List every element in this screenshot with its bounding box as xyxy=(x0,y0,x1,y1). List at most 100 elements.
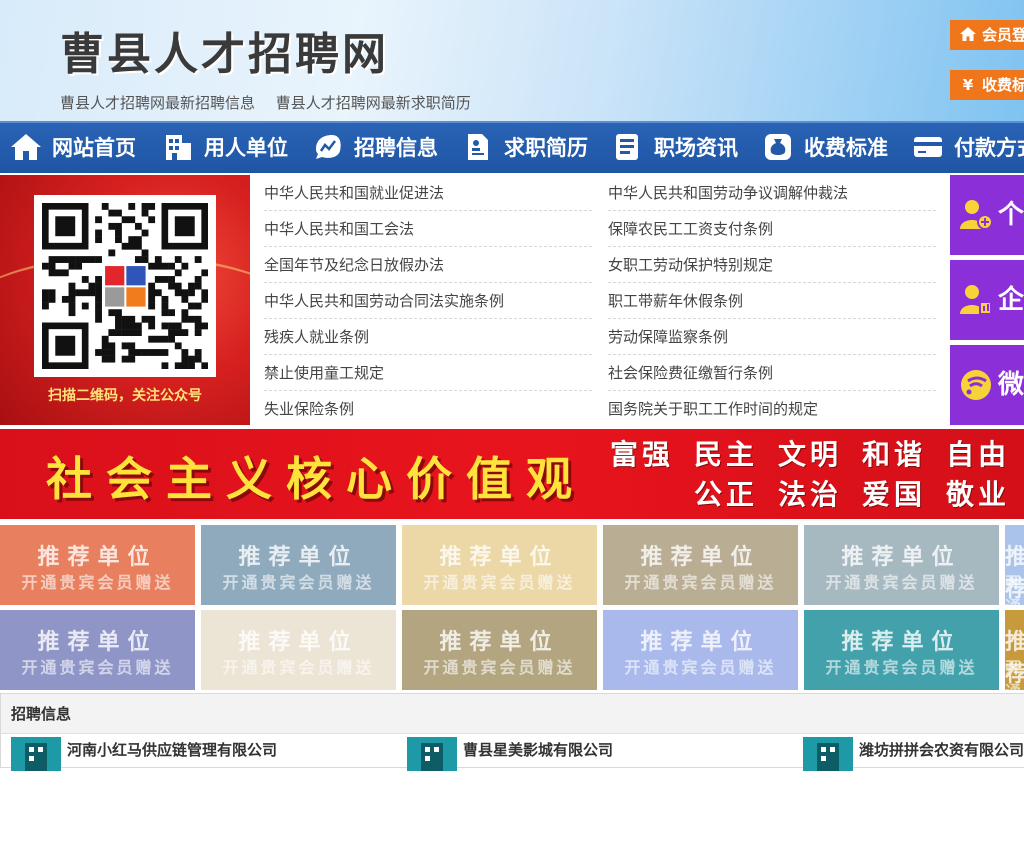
building-icon xyxy=(162,131,194,163)
core-values-banner: 社会主义核心价值观 富强 民主 文明 和谐 自由 公正 法治 爱国 敬业 xyxy=(0,429,1024,519)
home-icon xyxy=(958,20,978,50)
money-bag-icon xyxy=(762,131,794,163)
law-row: 中华人民共和国就业促进法 中华人民共和国劳动争议调解仲裁法 xyxy=(264,175,936,211)
site-title[interactable]: 曹县人才招聘网 xyxy=(60,18,389,82)
recommended-company-tile[interactable]: 推荐单位开通贵宾会员赠送 xyxy=(0,610,195,690)
nav-employers[interactable]: 用人单位 xyxy=(162,123,288,173)
core-values-row-1: 富强 民主 文明 和谐 自由 xyxy=(610,435,1020,475)
tile-subtitle: 开通贵宾会员赠送 xyxy=(423,573,576,592)
tile-title: 推荐单位 xyxy=(37,545,158,570)
person-add-icon xyxy=(958,197,994,233)
law-link[interactable]: 中华人民共和国劳动合同法实施条例 xyxy=(264,283,592,319)
law-link[interactable]: 全国年节及纪念日放假办法 xyxy=(264,247,592,283)
tile-title: 推荐单位 xyxy=(841,545,962,570)
company-logo xyxy=(11,737,61,771)
law-link[interactable]: 劳动保障监察条例 xyxy=(608,319,936,355)
recommended-company-tile[interactable]: 推荐单位开通贵宾会员赠送 xyxy=(0,525,195,605)
value-word: 法治 xyxy=(778,478,843,511)
law-link[interactable]: 国务院关于职工工作时间的规定 xyxy=(608,391,936,427)
header-sub-links: 曹县人才招聘网最新招聘信息 曹县人才招聘网最新求职简历 xyxy=(60,92,487,113)
chart-icon xyxy=(312,131,344,163)
fee-standard-button[interactable]: ¥ 收费标 xyxy=(950,70,1024,100)
tile-title: 推荐单位 xyxy=(238,545,359,570)
news-icon xyxy=(612,131,644,163)
nav-payment-label: 付款方式 xyxy=(954,136,1024,160)
personal-member-button[interactable]: 个 xyxy=(950,175,1024,255)
company-name[interactable]: 潍坊拼拼会农资有限公司 xyxy=(859,739,1024,760)
nav-payment[interactable]: 付款方式 xyxy=(912,123,1024,173)
company-user-icon xyxy=(958,282,994,318)
nav-jobs[interactable]: 招聘信息 xyxy=(312,123,438,173)
company-logo xyxy=(803,737,853,771)
value-word: 爱国 xyxy=(862,478,927,511)
law-link[interactable]: 残疾人就业条例 xyxy=(264,319,592,355)
law-row: 禁止使用童工规定 社会保险费征缴暂行条例 xyxy=(264,355,936,391)
tile-title: 推荐单位 xyxy=(640,545,761,570)
law-link[interactable]: 女职工劳动保护特别规定 xyxy=(608,247,936,283)
law-row: 全国年节及纪念日放假办法 女职工劳动保护特别规定 xyxy=(264,247,936,283)
banner-title: 社会主义核心价值观 xyxy=(46,452,586,506)
nav-home[interactable]: 网站首页 xyxy=(10,123,136,173)
company-name[interactable]: 河南小红马供应链管理有限公司 xyxy=(67,739,277,760)
qr-code xyxy=(34,195,216,377)
recommended-company-tile[interactable]: 推荐单位开通贵宾会员赠送 xyxy=(1005,525,1024,760)
recommended-company-tile[interactable]: 推荐单位开通贵宾会员赠送 xyxy=(804,525,999,605)
tile-subtitle: 开通贵宾会员赠送 xyxy=(222,658,375,677)
home-icon xyxy=(10,131,42,163)
core-values-list: 富强 民主 文明 和谐 自由 公正 法治 爱国 敬业 xyxy=(610,435,1020,515)
tile-subtitle: 开通贵宾会员赠送 xyxy=(423,658,576,677)
qr-panel: 扫描二维码，关注公众号 xyxy=(0,175,250,425)
latest-jobs-link[interactable]: 曹县人才招聘网最新招聘信息 xyxy=(60,94,255,112)
recommended-company-tile[interactable]: 推荐单位开通贵宾会员赠送 xyxy=(1005,610,1024,845)
value-word: 和谐 xyxy=(862,438,927,471)
recruitment-title: 招聘信息 xyxy=(11,705,72,723)
recommended-company-tile[interactable]: 推荐单位开通贵宾会员赠送 xyxy=(201,525,396,605)
nav-news-label: 职场资讯 xyxy=(654,136,738,160)
law-link[interactable]: 中华人民共和国劳动争议调解仲裁法 xyxy=(608,175,936,211)
law-link[interactable]: 社会保险费征缴暂行条例 xyxy=(608,355,936,391)
site-header: 曹县人才招聘网 曹县人才招聘网最新招聘信息 曹县人才招聘网最新求职简历 会员登 … xyxy=(0,0,1024,121)
law-link[interactable]: 中华人民共和国就业促进法 xyxy=(264,175,592,211)
company-member-label: 企 xyxy=(998,285,1024,315)
member-login-label: 会员登 xyxy=(982,26,1024,44)
qr-caption: 扫描二维码，关注公众号 xyxy=(48,388,202,404)
tile-title: 推荐单位 xyxy=(37,630,158,655)
law-link[interactable]: 禁止使用童工规定 xyxy=(264,355,592,391)
law-link[interactable]: 职工带薪年休假条例 xyxy=(608,283,936,319)
latest-resumes-link[interactable]: 曹县人才招聘网最新求职简历 xyxy=(276,94,471,112)
tile-subtitle: 开通贵宾会员赠送 xyxy=(825,658,978,677)
fee-standard-label: 收费标 xyxy=(982,76,1024,94)
tile-title: 推荐单位 xyxy=(238,630,359,655)
recommended-company-tile[interactable]: 推荐单位开通贵宾会员赠送 xyxy=(603,610,798,690)
nav-resumes[interactable]: 求职简历 xyxy=(462,123,588,173)
recommended-company-tile[interactable]: 推荐单位开通贵宾会员赠送 xyxy=(804,610,999,690)
nav-fees[interactable]: 收费标准 xyxy=(762,123,888,173)
law-link[interactable]: 保障农民工工资支付条例 xyxy=(608,211,936,247)
nav-resumes-label: 求职简历 xyxy=(504,136,588,160)
recommended-company-tile[interactable]: 推荐单位开通贵宾会员赠送 xyxy=(603,525,798,605)
wechat-button[interactable]: 微 xyxy=(950,345,1024,425)
recommended-company-tile[interactable]: 推荐单位开通贵宾会员赠送 xyxy=(402,610,597,690)
nav-news[interactable]: 职场资讯 xyxy=(612,123,738,173)
recommended-company-tile[interactable]: 推荐单位开通贵宾会员赠送 xyxy=(201,610,396,690)
company-member-button[interactable]: 企 xyxy=(950,260,1024,340)
resume-icon xyxy=(462,131,494,163)
law-link[interactable]: 中华人民共和国工会法 xyxy=(264,211,592,247)
tile-subtitle: 开通贵宾会员赠送 xyxy=(21,573,174,592)
wechat-label: 微 xyxy=(998,370,1024,400)
tile-subtitle: 开通贵宾会员赠送 xyxy=(222,573,375,592)
tile-title: 推荐单位 xyxy=(439,545,560,570)
value-word: 富强 xyxy=(610,438,675,471)
company-name[interactable]: 曹县星美影城有限公司 xyxy=(463,739,613,760)
tile-subtitle: 开通贵宾会员赠送 xyxy=(825,573,978,592)
recommended-company-tile[interactable]: 推荐单位开通贵宾会员赠送 xyxy=(402,525,597,605)
member-login-button[interactable]: 会员登 xyxy=(950,20,1024,50)
yen-icon: ¥ xyxy=(962,76,974,94)
law-row: 失业保险条例 国务院关于职工工作时间的规定 xyxy=(264,391,936,427)
tile-subtitle: 开通贵宾会员赠送 xyxy=(624,658,777,677)
tile-subtitle: 开通贵宾会员赠送 xyxy=(21,658,174,677)
nav-home-label: 网站首页 xyxy=(52,136,136,160)
value-word: 敬业 xyxy=(946,478,1011,511)
law-row: 残疾人就业条例 劳动保障监察条例 xyxy=(264,319,936,355)
law-link[interactable]: 失业保险条例 xyxy=(264,391,592,427)
